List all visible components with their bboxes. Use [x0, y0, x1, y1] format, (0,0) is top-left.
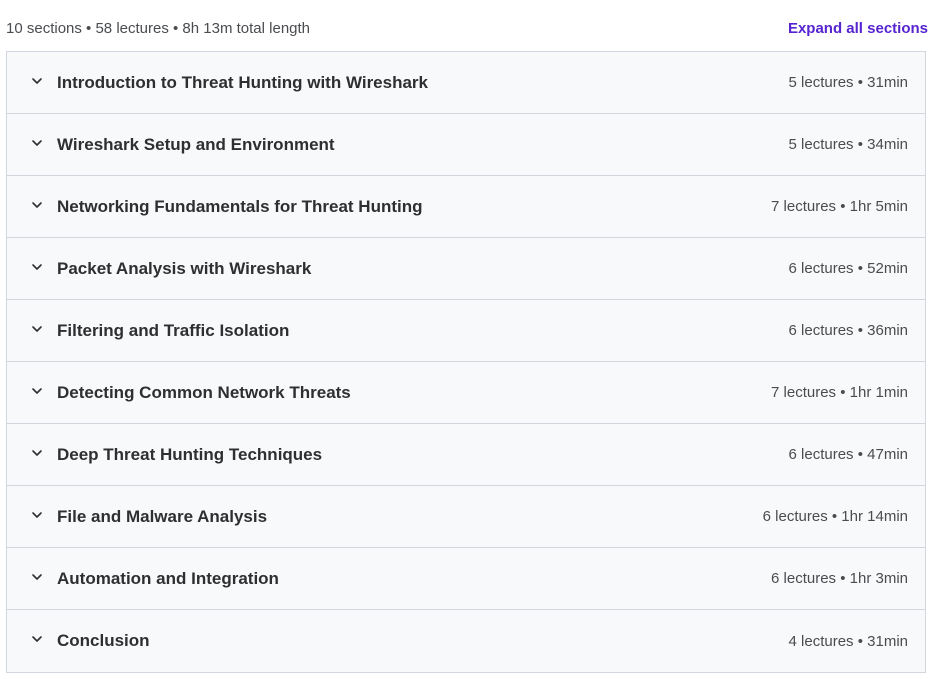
- section-row-deep-hunting[interactable]: Deep Threat Hunting Techniques 6 lecture…: [7, 424, 925, 486]
- curriculum-summary-text: 10 sections • 58 lectures • 8h 13m total…: [6, 19, 311, 37]
- section-row-detecting-threats[interactable]: Detecting Common Network Threats 7 lectu…: [7, 362, 925, 424]
- chevron-down-icon: [31, 261, 43, 273]
- section-meta: 5 lectures • 31min: [788, 74, 908, 91]
- chevron-down-icon: [31, 447, 43, 459]
- section-meta: 4 lectures • 31min: [788, 632, 908, 650]
- section-meta: 6 lectures • 47min: [788, 446, 908, 463]
- section-meta: 6 lectures • 36min: [788, 322, 908, 339]
- expand-all-sections-button[interactable]: Expand all sections: [788, 20, 928, 37]
- section-meta: 7 lectures • 1hr 1min: [771, 384, 908, 401]
- section-title: Filtering and Traffic Isolation: [57, 320, 290, 340]
- section-title: Networking Fundamentals for Threat Hunti…: [57, 196, 423, 216]
- section-title: Detecting Common Network Threats: [57, 382, 351, 402]
- chevron-down-icon: [31, 571, 43, 583]
- section-title: File and Malware Analysis: [57, 506, 268, 526]
- section-meta: 6 lectures • 1hr 14min: [762, 508, 908, 525]
- section-title: Deep Threat Hunting Techniques: [57, 444, 323, 464]
- section-row-malware-analysis[interactable]: File and Malware Analysis 6 lectures • 1…: [7, 486, 925, 548]
- chevron-down-icon: [31, 633, 43, 645]
- section-row-networking[interactable]: Networking Fundamentals for Threat Hunti…: [7, 176, 925, 238]
- section-row-introduction[interactable]: Introduction to Threat Hunting with Wire…: [7, 52, 925, 114]
- curriculum-summary-bar: 10 sections • 58 lectures • 8h 13m total…: [6, 16, 928, 40]
- section-meta: 5 lectures • 34min: [788, 136, 908, 153]
- section-title: Introduction to Threat Hunting with Wire…: [57, 72, 429, 92]
- chevron-down-icon: [31, 509, 43, 521]
- section-meta: 6 lectures • 1hr 3min: [771, 570, 908, 587]
- chevron-down-icon: [31, 75, 43, 87]
- course-curriculum: 10 sections • 58 lectures • 8h 13m total…: [0, 0, 933, 679]
- chevron-down-icon: [31, 323, 43, 335]
- section-title: Packet Analysis with Wireshark: [57, 258, 312, 278]
- section-row-setup[interactable]: Wireshark Setup and Environment 5 lectur…: [7, 114, 925, 176]
- section-title: Conclusion: [57, 631, 150, 650]
- section-row-automation[interactable]: Automation and Integration 6 lectures • …: [7, 548, 925, 610]
- section-row-packet-analysis[interactable]: Packet Analysis with Wireshark 6 lecture…: [7, 238, 925, 300]
- chevron-down-icon: [31, 199, 43, 211]
- chevron-down-icon: [31, 137, 43, 149]
- section-title: Wireshark Setup and Environment: [57, 134, 335, 154]
- sections-list: Introduction to Threat Hunting with Wire…: [6, 51, 926, 673]
- section-meta: 7 lectures • 1hr 5min: [771, 198, 908, 215]
- section-title: Automation and Integration: [57, 568, 279, 588]
- chevron-down-icon: [31, 385, 43, 397]
- section-row-conclusion[interactable]: Conclusion 4 lectures • 31min: [7, 610, 925, 672]
- section-row-filtering[interactable]: Filtering and Traffic Isolation 6 lectur…: [7, 300, 925, 362]
- section-meta: 6 lectures • 52min: [788, 260, 908, 277]
